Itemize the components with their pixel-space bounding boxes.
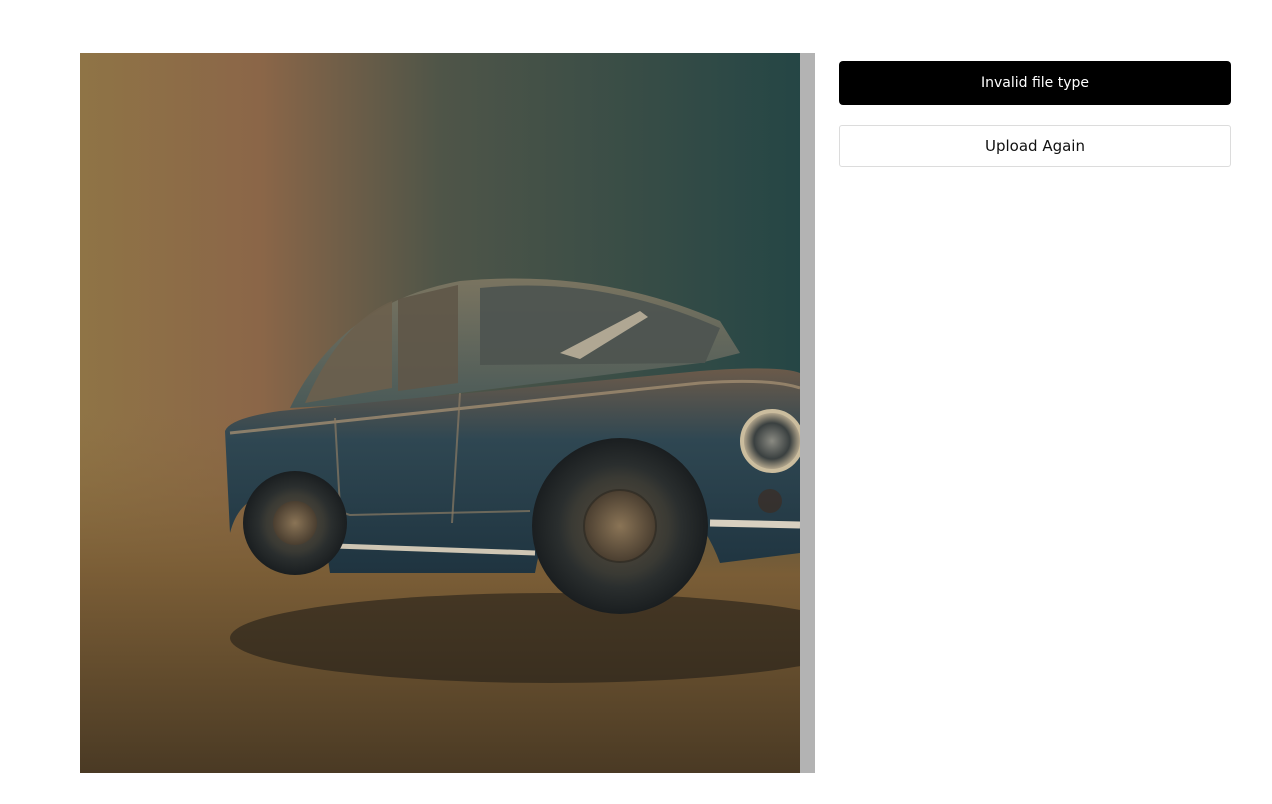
car-illustration <box>80 53 800 773</box>
uploaded-image-preview <box>80 53 800 773</box>
upload-again-button[interactable]: Upload Again <box>839 125 1231 167</box>
status-label: Invalid file type <box>980 75 1090 91</box>
upload-again-label: Upload Again <box>985 137 1085 155</box>
invalid-file-type-status: Invalid file type <box>839 61 1231 105</box>
preview-scrollbar[interactable] <box>800 53 815 773</box>
page: Invalid file type Upload Again <box>0 0 1272 804</box>
action-panel: Invalid file type Upload Again <box>839 61 1231 167</box>
image-preview-container <box>80 53 815 773</box>
